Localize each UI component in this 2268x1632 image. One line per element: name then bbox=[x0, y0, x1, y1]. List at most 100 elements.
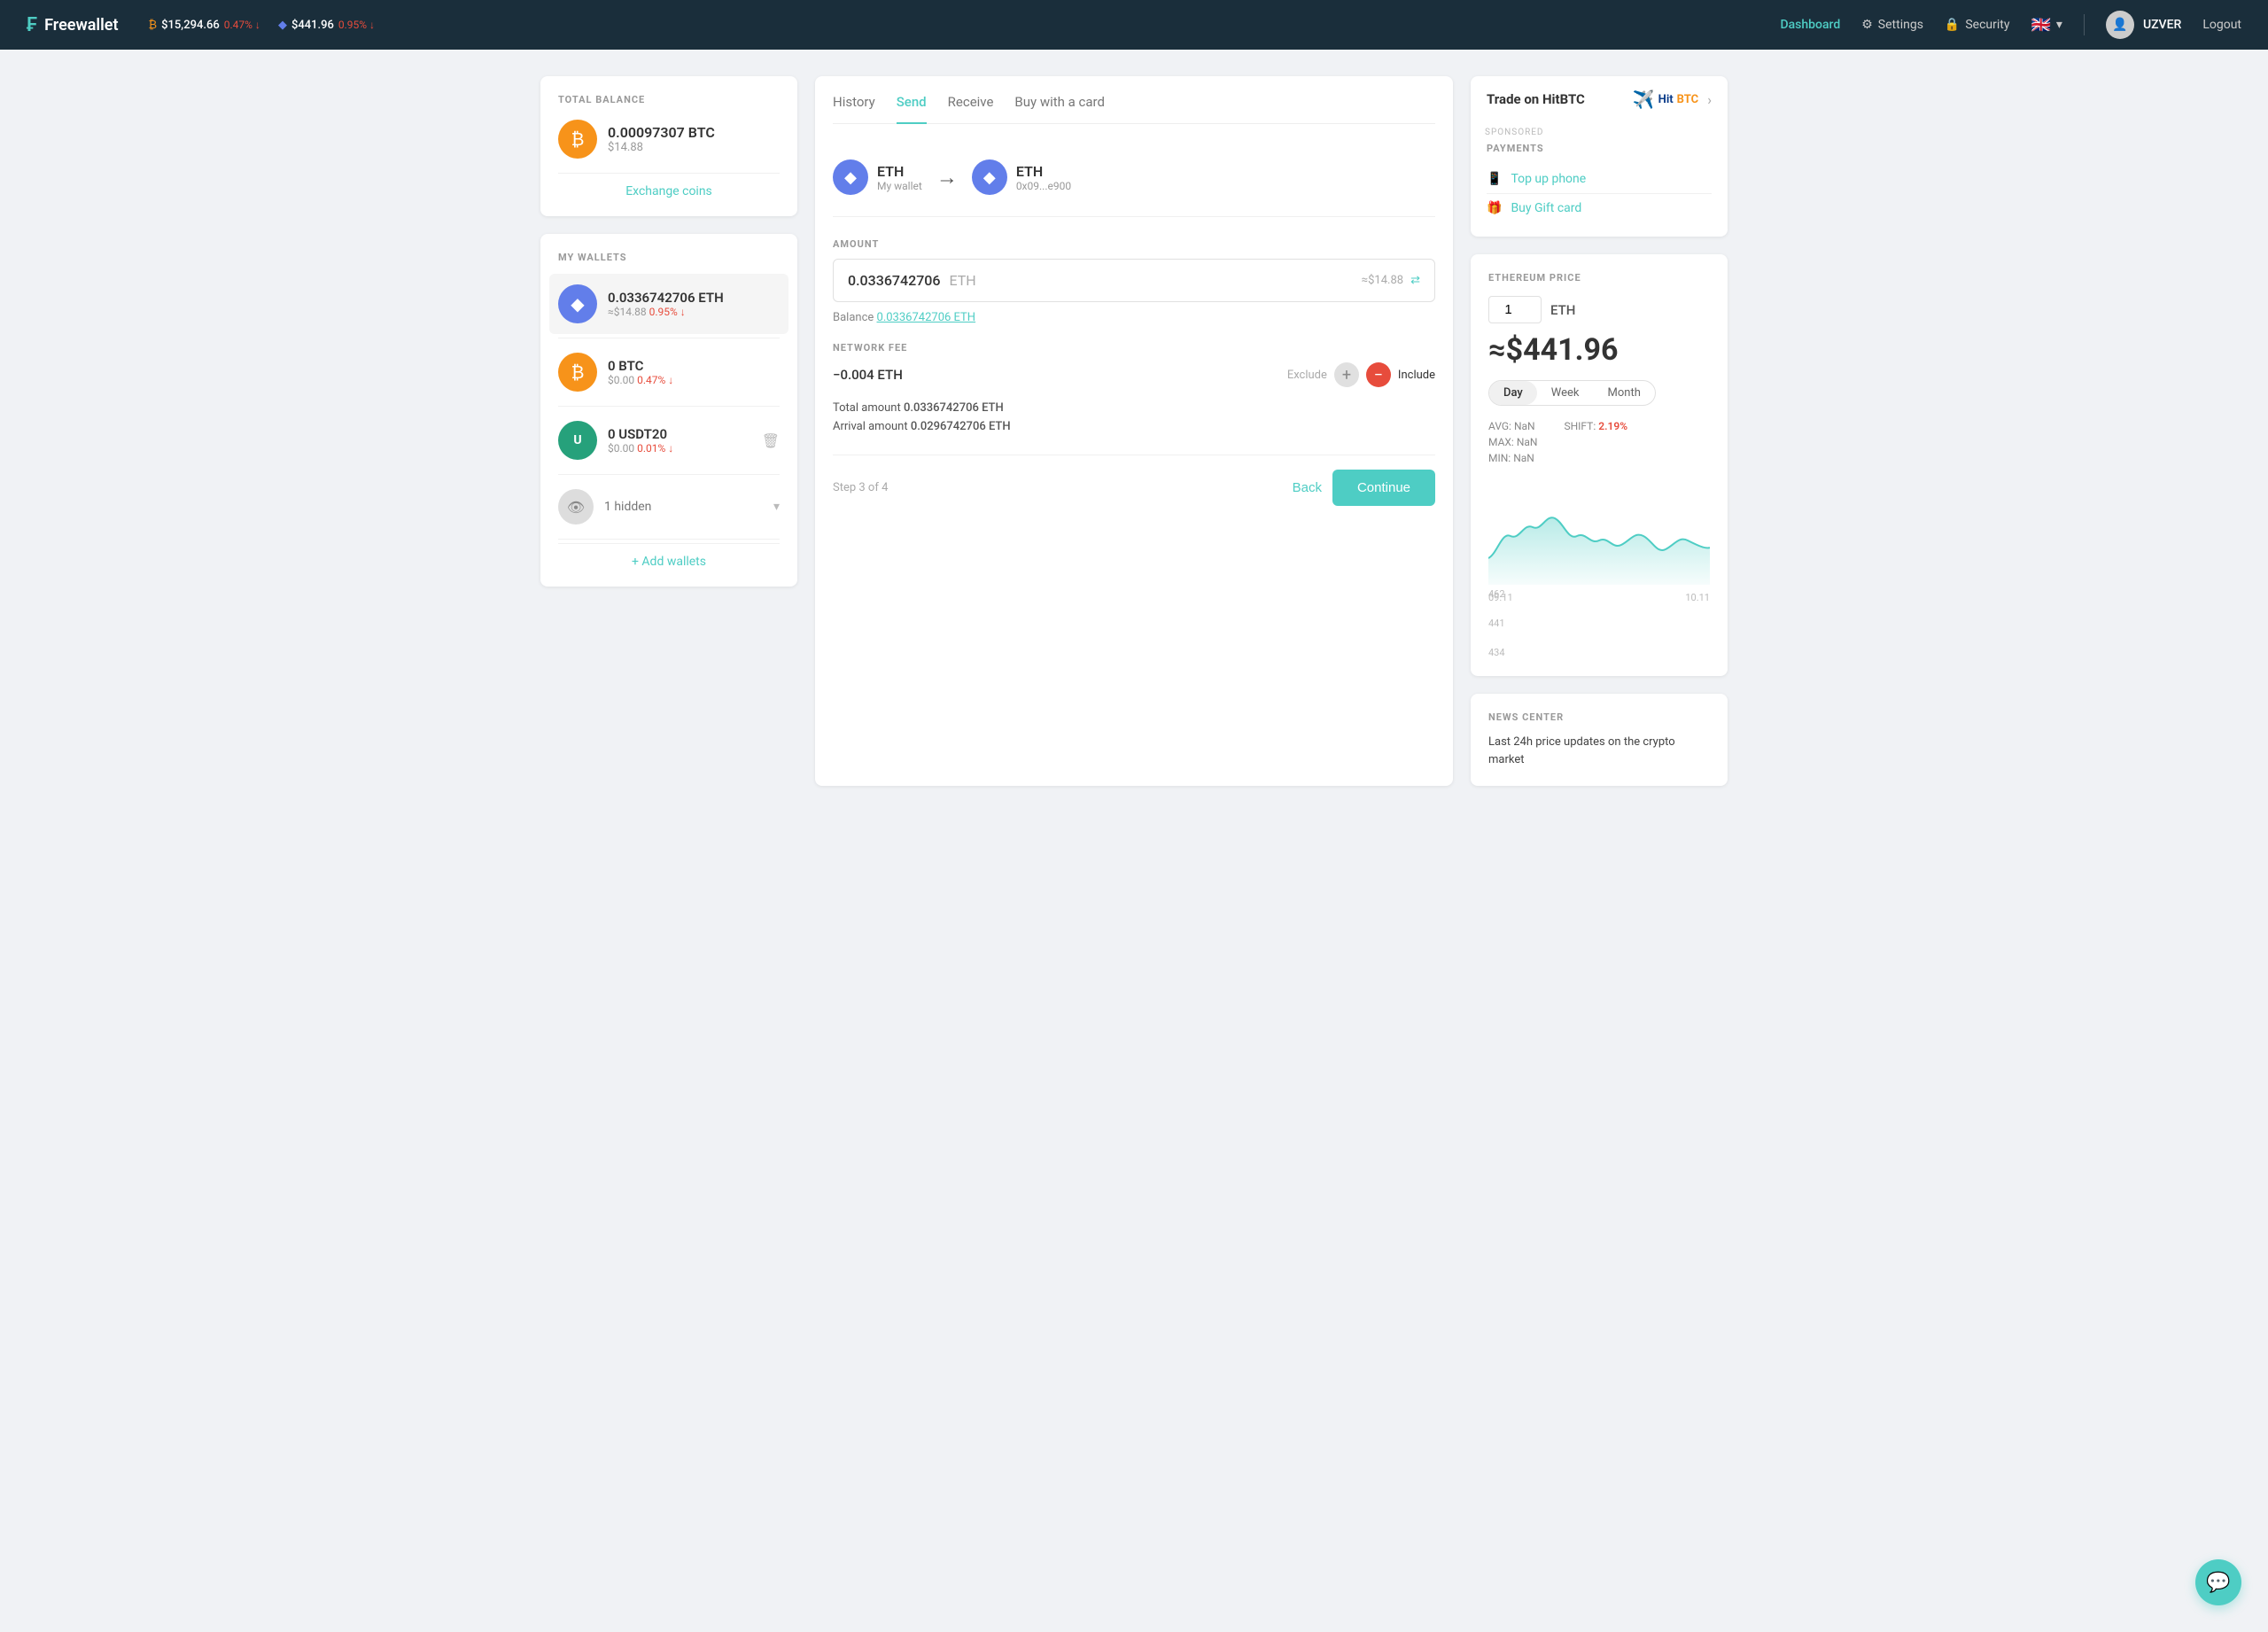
network-fee-label: NETWORK FEE bbox=[833, 342, 1435, 354]
send-route: ◆ ETH My wallet → ◆ ETH 0x09...e900 bbox=[833, 145, 1435, 217]
usdt-wallet-info: 0 USDT20 $0.00 0.01% ↓ bbox=[608, 426, 751, 455]
wallet-divider-3 bbox=[558, 474, 780, 475]
add-wallets-button[interactable]: + Add wallets bbox=[558, 543, 780, 569]
hidden-coin-circle: 👁 bbox=[558, 489, 594, 525]
totals-section: Total amount 0.0336742706 ETH Arrival am… bbox=[833, 401, 1435, 433]
header-nav: Dashboard ⚙ Settings 🔒 Security 🇬🇧 ▾ 👤 U… bbox=[1780, 11, 2241, 39]
tab-receive[interactable]: Receive bbox=[948, 94, 994, 124]
payments-section: PAYMENTS 📱 Top up phone 🎁 Buy Gift card bbox=[1471, 143, 1728, 237]
right-panel: Trade on HitBTC ✈️ Hit BTC › SPONSORED P… bbox=[1471, 76, 1728, 786]
tab-send[interactable]: Send bbox=[897, 94, 927, 124]
eth-currency-label: ETH bbox=[1550, 302, 1575, 318]
buy-gift-link[interactable]: 🎁 Buy Gift card bbox=[1487, 194, 1712, 222]
hidden-wallets-row[interactable]: 👁 1 hidden ▾ bbox=[558, 478, 780, 535]
arrival-amount-row: Arrival amount 0.0296742706 ETH bbox=[833, 420, 1435, 433]
exchange-coins-link[interactable]: Exchange coins bbox=[558, 173, 780, 198]
amount-usd: ≈$14.88 bbox=[1362, 274, 1403, 287]
hidden-wallets-label: 1 hidden bbox=[604, 500, 651, 514]
to-address: 0x09...e900 bbox=[1016, 180, 1071, 192]
nav-language[interactable]: 🇬🇧 ▾ bbox=[2031, 16, 2062, 35]
nav-settings[interactable]: ⚙ Settings bbox=[1861, 18, 1923, 32]
hitbtc-text-btc: BTC bbox=[1677, 93, 1699, 106]
chevron-right-icon: › bbox=[1707, 91, 1712, 108]
logo-text: Freewallet bbox=[44, 16, 118, 35]
total-balance-row: ₿ 0.00097307 BTC $14.88 bbox=[558, 120, 780, 159]
nav-dashboard[interactable]: Dashboard bbox=[1780, 18, 1840, 32]
btc-coin-circle: ₿ bbox=[558, 120, 597, 159]
eth-price-big: ≈$441.96 bbox=[1488, 332, 1710, 368]
chat-bubble[interactable]: 💬 bbox=[2195, 1559, 2241, 1605]
total-amount: 0.00097307 BTC bbox=[608, 124, 715, 141]
continue-button[interactable]: Continue bbox=[1332, 470, 1435, 506]
news-item[interactable]: Last 24h price updates on the crypto mar… bbox=[1488, 734, 1710, 768]
refresh-icon[interactable]: ⇄ bbox=[1410, 274, 1420, 287]
trade-label: Trade on HitBTC bbox=[1487, 91, 1585, 107]
eth-chart-svg bbox=[1488, 478, 1710, 585]
step-row: Step 3 of 4 Back Continue bbox=[833, 455, 1435, 506]
btc-icon: ₿ bbox=[149, 18, 158, 32]
tab-buy[interactable]: Buy with a card bbox=[1014, 94, 1105, 124]
center-panel: History Send Receive Buy with a card ◆ E… bbox=[815, 76, 1453, 786]
exclude-label: Exclude bbox=[1287, 369, 1327, 382]
flag-icon: 🇬🇧 bbox=[2031, 16, 2051, 35]
hitbtc-plane-icon: ✈️ bbox=[1633, 89, 1655, 110]
sponsored-label: SPONSORED bbox=[1471, 122, 1728, 143]
wallet-item-btc[interactable]: ₿ 0 BTC $0.00 0.47% ↓ bbox=[558, 342, 780, 402]
avatar-icon: 👤 bbox=[2112, 18, 2127, 32]
fee-controls: Exclude + − Include bbox=[1287, 362, 1435, 387]
wallet-divider-2 bbox=[558, 406, 780, 407]
eth-price-label: ETHEREUM PRICE bbox=[1488, 272, 1710, 284]
period-tab-day[interactable]: Day bbox=[1489, 381, 1537, 405]
period-tab-month[interactable]: Month bbox=[1594, 381, 1655, 405]
avatar: 👤 bbox=[2106, 11, 2134, 39]
logo-icon: ₣ bbox=[27, 14, 37, 36]
price-stats: AVG: NaN MAX: NaN MIN: NaN SHIFT: 2.19% bbox=[1488, 420, 1710, 464]
btc-wallet-info: 0 BTC $0.00 0.47% ↓ bbox=[608, 358, 780, 386]
fee-plus-button[interactable]: + bbox=[1334, 362, 1359, 387]
user-info: 👤 UZVER bbox=[2106, 11, 2181, 39]
lock-icon: 🔒 bbox=[1945, 18, 1960, 32]
amount-display: 0.0336742706 ETH bbox=[848, 272, 976, 289]
trade-right: ✈️ Hit BTC › bbox=[1633, 89, 1712, 110]
include-label[interactable]: Include bbox=[1398, 369, 1435, 382]
eth-qty-input[interactable] bbox=[1488, 296, 1542, 323]
stat-shift: SHIFT: 2.19% bbox=[1564, 420, 1627, 464]
wallet-item-usdt[interactable]: U 0 USDT20 $0.00 0.01% ↓ 🗑 bbox=[558, 410, 780, 470]
fee-minus-button[interactable]: − bbox=[1366, 362, 1391, 387]
btc-change-badge: 0.47% ↓ bbox=[637, 374, 673, 386]
gift-icon: 🎁 bbox=[1487, 201, 1502, 215]
logout-button[interactable]: Logout bbox=[2202, 18, 2241, 32]
payments-label: PAYMENTS bbox=[1487, 143, 1712, 154]
step-actions: Back Continue bbox=[1293, 470, 1435, 506]
usdt-change-badge: 0.01% ↓ bbox=[637, 442, 673, 455]
period-tab-week[interactable]: Week bbox=[1537, 381, 1594, 405]
eth-price: $441.96 bbox=[291, 19, 334, 32]
trash-icon[interactable]: 🗑 bbox=[762, 432, 780, 449]
chart-x-label-1: 09.11 bbox=[1488, 592, 1513, 603]
logo[interactable]: ₣ Freewallet bbox=[27, 14, 119, 36]
balance-link[interactable]: 0.0336742706 ETH bbox=[877, 311, 976, 324]
hitbtc-logo: ✈️ Hit BTC bbox=[1633, 89, 1698, 110]
tab-history[interactable]: History bbox=[833, 94, 875, 124]
trade-row[interactable]: Trade on HitBTC ✈️ Hit BTC › bbox=[1471, 76, 1728, 122]
nav-divider bbox=[2084, 14, 2085, 35]
top-up-phone-link[interactable]: 📱 Top up phone bbox=[1487, 165, 1712, 193]
btc-change: 0.47% ↓ bbox=[224, 19, 260, 31]
from-coin-name: ETH bbox=[877, 163, 922, 180]
total-balance-label: TOTAL BALANCE bbox=[558, 94, 780, 105]
to-coin: ◆ ETH 0x09...e900 bbox=[972, 159, 1071, 195]
eth-wallet-info: 0.0336742706 ETH ≈$14.88 0.95% ↓ bbox=[608, 290, 780, 318]
from-coin: ◆ ETH My wallet bbox=[833, 159, 922, 195]
chart-x-label-2: 10.11 bbox=[1685, 592, 1710, 603]
avg-stat: AVG: NaN bbox=[1488, 420, 1537, 432]
trade-hitbtc-card: Trade on HitBTC ✈️ Hit BTC › SPONSORED P… bbox=[1471, 76, 1728, 237]
wallet-item-eth[interactable]: ◆ 0.0336742706 ETH ≈$14.88 0.95% ↓ bbox=[549, 274, 788, 334]
left-panel: TOTAL BALANCE ₿ 0.00097307 BTC $14.88 Ex… bbox=[540, 76, 797, 786]
eth-chart: 09.11 10.11 bbox=[1488, 478, 1710, 585]
username: UZVER bbox=[2143, 18, 2181, 32]
nav-security[interactable]: 🔒 Security bbox=[1945, 18, 2010, 32]
back-button[interactable]: Back bbox=[1293, 470, 1322, 506]
total-balance-info: 0.00097307 BTC $14.88 bbox=[608, 124, 715, 154]
main-content: TOTAL BALANCE ₿ 0.00097307 BTC $14.88 Ex… bbox=[514, 50, 1754, 812]
gear-icon: ⚙ bbox=[1861, 18, 1873, 32]
